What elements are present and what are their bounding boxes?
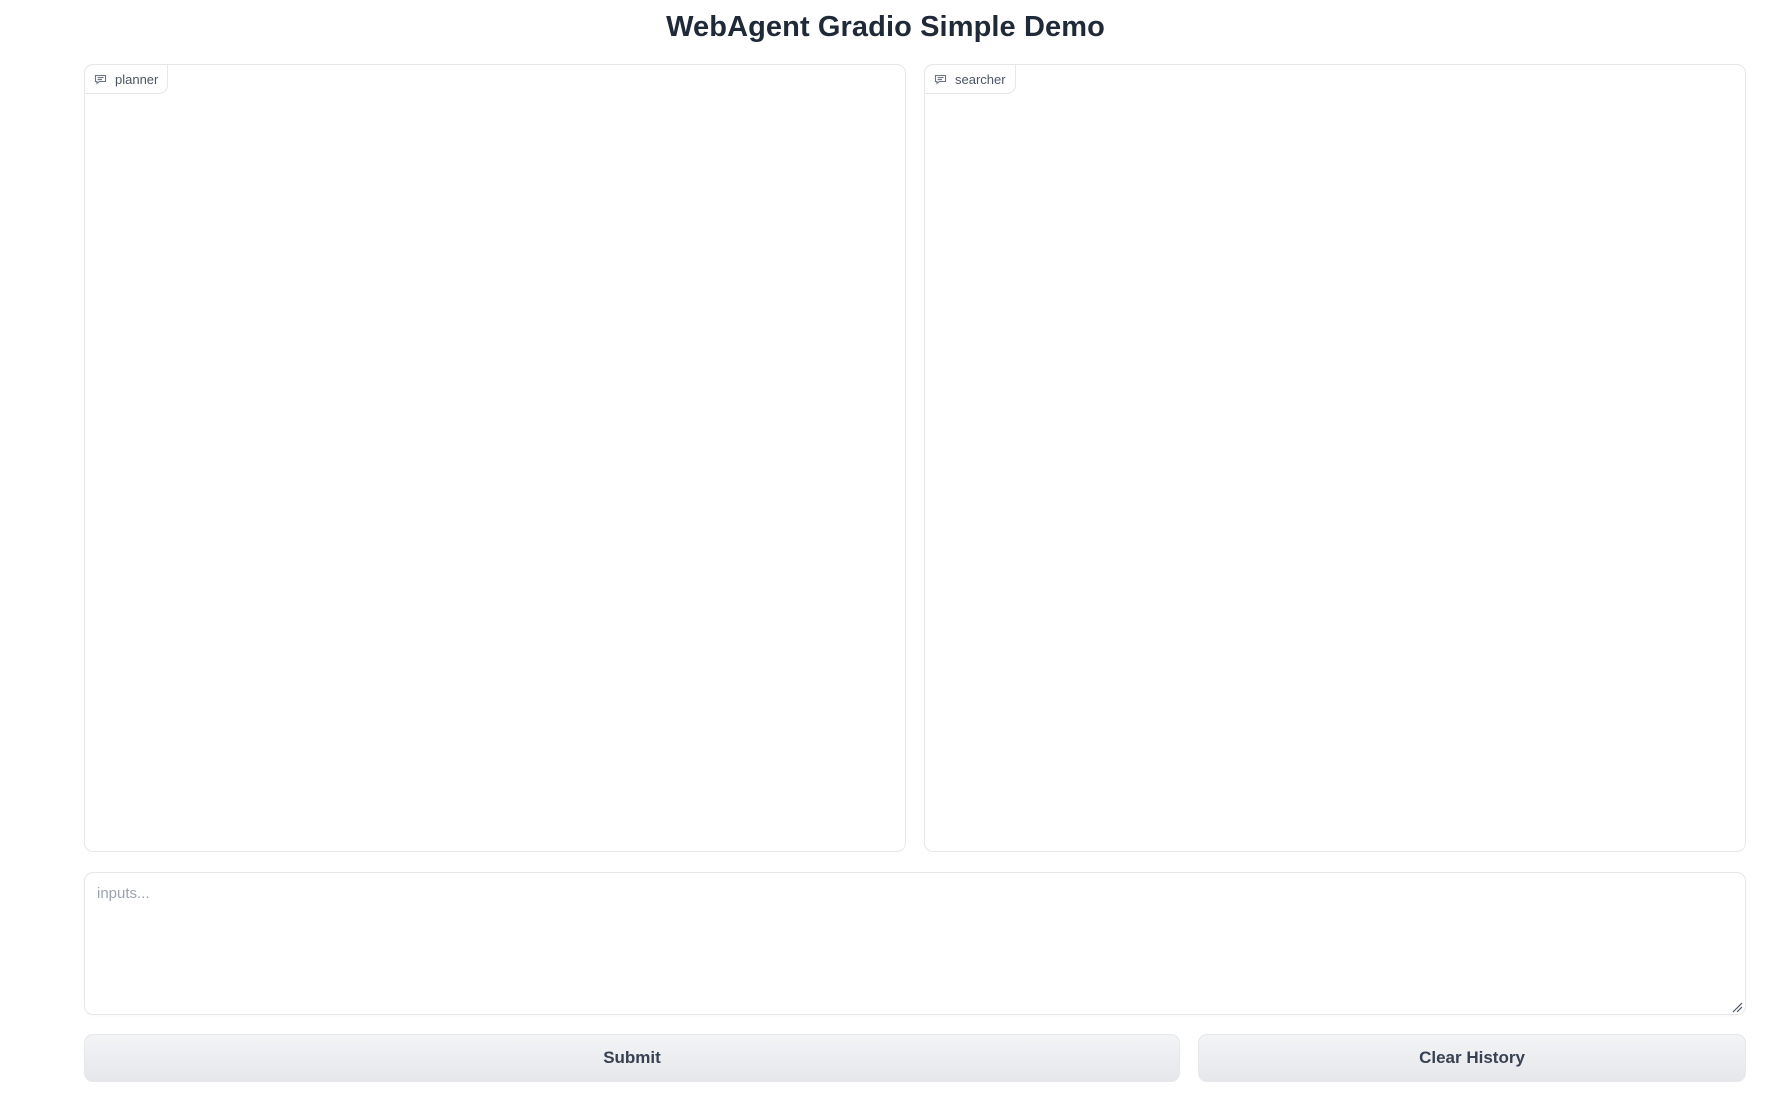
searcher-chatbot-label: searcher <box>924 64 1016 94</box>
planner-label-text: planner <box>115 71 159 87</box>
input-box <box>84 872 1746 1015</box>
clear-history-button[interactable]: Clear History <box>1198 1034 1746 1082</box>
submit-button[interactable]: Submit <box>84 1034 1180 1082</box>
page-title: WebAgent Gradio Simple Demo <box>666 11 1105 43</box>
planner-chatbot-label: planner <box>84 64 169 94</box>
searcher-chatbot[interactable]: searcher <box>924 64 1746 852</box>
input-textarea[interactable] <box>85 873 1745 1014</box>
gradio-app: WebAgent Gradio Simple Demo planner sear… <box>0 0 1771 1116</box>
chat-bubble-icon <box>934 73 947 86</box>
chat-bubble-icon <box>94 73 107 86</box>
planner-chatbot[interactable]: planner <box>84 64 906 852</box>
searcher-label-text: searcher <box>955 71 1006 87</box>
resize-handle-icon[interactable] <box>1731 1000 1743 1013</box>
